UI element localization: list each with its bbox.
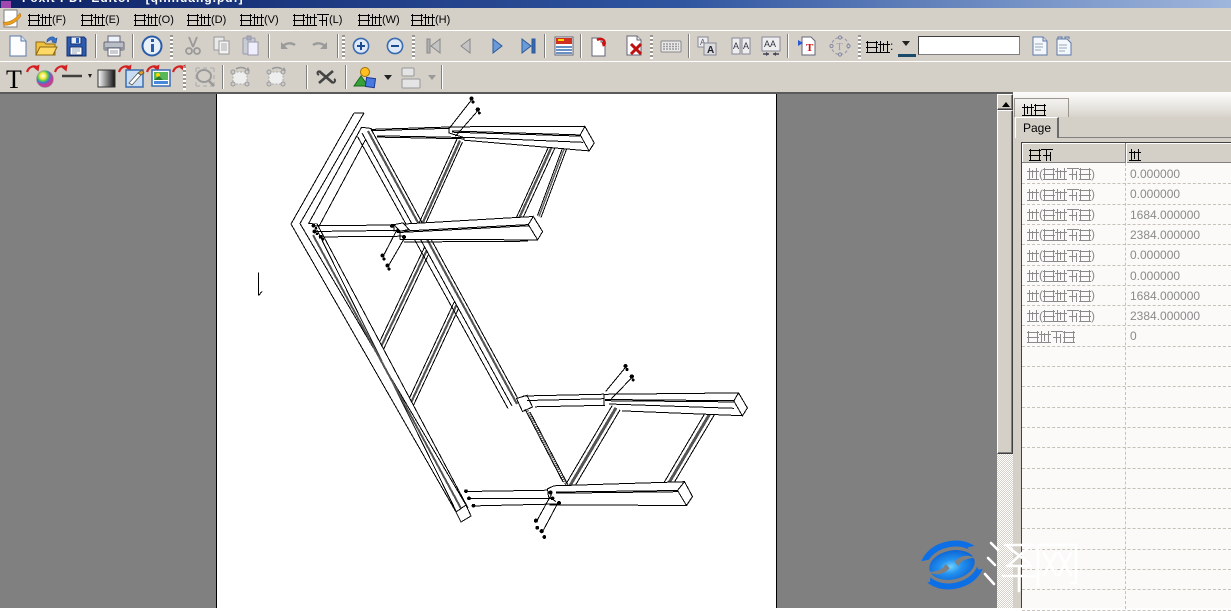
svg-text:A: A: [733, 41, 739, 51]
svg-text:T: T: [837, 42, 843, 53]
svg-text:A: A: [743, 41, 749, 51]
svg-text:T: T: [6, 65, 22, 90]
svg-text:AA: AA: [764, 39, 776, 49]
svg-text:A: A: [707, 45, 714, 56]
svg-text:T: T: [806, 42, 814, 54]
